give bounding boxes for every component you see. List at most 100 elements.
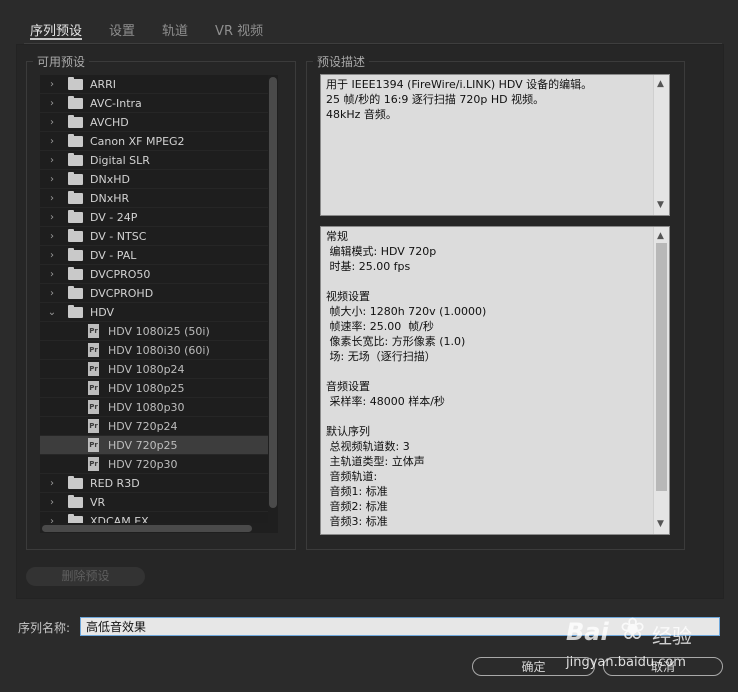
- tree-folder-row[interactable]: ⌄ HDV: [40, 303, 268, 322]
- tree-preset-row[interactable]: Pr HDV 720p30: [40, 455, 268, 474]
- folder-icon: [68, 190, 83, 204]
- premiere-preset-icon: Pr: [88, 362, 99, 376]
- tree-folder-row[interactable]: › DVCPRO50: [40, 265, 268, 284]
- tree-item-label: DV - 24P: [90, 210, 138, 224]
- chevron-right-icon[interactable]: ›: [46, 269, 58, 280]
- paw-logo-icon: ❀: [620, 612, 646, 647]
- preset-description-box[interactable]: 用于 IEEE1394 (FireWire/i.LINK) HDV 设备的编辑。…: [320, 74, 670, 216]
- folder-icon: [68, 513, 83, 523]
- tab-tracks[interactable]: 轨道: [162, 20, 188, 40]
- preset-tree-horizontal-scroll-thumb[interactable]: [42, 525, 252, 532]
- chevron-right-icon[interactable]: ›: [46, 117, 58, 128]
- tree-item-label: RED R3D: [90, 476, 140, 490]
- tree-item-label: HDV 1080i30 (60i): [108, 343, 210, 357]
- preset-description-title: 预设描述: [313, 53, 370, 70]
- tree-item-label: AVC-Intra: [90, 96, 142, 110]
- details-scrollbar[interactable]: ▲ ▼: [653, 227, 669, 534]
- watermark-url: jingyan.baidu.com: [566, 655, 686, 670]
- tab-settings[interactable]: 设置: [109, 20, 135, 40]
- tab-sequence-presets[interactable]: 序列预设: [30, 20, 83, 40]
- chevron-right-icon[interactable]: ›: [46, 155, 58, 166]
- tab-bar: 序列预设 设置 轨道 VR 视频: [30, 20, 290, 40]
- watermark-site: 经验: [652, 624, 692, 648]
- tree-item-label: HDV 720p30: [108, 457, 178, 471]
- tree-item-label: DV - NTSC: [90, 229, 147, 243]
- tree-folder-row[interactable]: › VR: [40, 493, 268, 512]
- sequence-name-label: 序列名称:: [18, 621, 71, 635]
- tree-folder-row[interactable]: › DV - NTSC: [40, 227, 268, 246]
- tree-folder-row[interactable]: › ARRI: [40, 75, 268, 94]
- tree-folder-row[interactable]: › DNxHD: [40, 170, 268, 189]
- tree-folder-row[interactable]: › AVC-Intra: [40, 94, 268, 113]
- chevron-right-icon[interactable]: ›: [46, 478, 58, 489]
- tree-preset-row[interactable]: Pr HDV 1080i30 (60i): [40, 341, 268, 360]
- chevron-right-icon[interactable]: ›: [46, 98, 58, 109]
- tree-preset-row[interactable]: Pr HDV 1080p25: [40, 379, 268, 398]
- tree-item-label: XDCAM EX: [90, 514, 149, 524]
- scroll-down-icon[interactable]: ▼: [657, 198, 664, 213]
- preset-tree[interactable]: › ARRI › AVC-Intra › AVCHD › Canon XF MPEG2 › Dig…: [40, 75, 268, 523]
- tree-item-label: DNxHR: [90, 191, 130, 205]
- chevron-right-icon[interactable]: ›: [46, 193, 58, 204]
- description-scrollbar[interactable]: ▲ ▼: [653, 75, 669, 215]
- tree-item-label: Canon XF MPEG2: [90, 134, 185, 148]
- watermark-brand: Bai: [566, 618, 609, 646]
- folder-icon: [68, 228, 83, 242]
- tree-preset-row[interactable]: Pr HDV 1080i25 (50i): [40, 322, 268, 341]
- tree-preset-row[interactable]: Pr HDV 720p24: [40, 417, 268, 436]
- folder-icon: [68, 133, 83, 147]
- delete-preset-button[interactable]: 删除预设: [26, 567, 145, 586]
- tab-vr-video[interactable]: VR 视频: [215, 20, 263, 40]
- premiere-preset-icon: Pr: [88, 419, 99, 433]
- premiere-preset-icon: Pr: [88, 400, 99, 414]
- premiere-preset-icon: Pr: [88, 457, 99, 471]
- tree-folder-row[interactable]: › AVCHD: [40, 113, 268, 132]
- preset-tree-vertical-scroll-thumb[interactable]: [269, 77, 277, 508]
- tree-item-label: HDV 1080i25 (50i): [108, 324, 210, 338]
- baidu-jingyan-watermark: Bai ❀ 经验 jingyan.baidu.com: [566, 606, 716, 686]
- tree-item-label: HDV 720p24: [108, 419, 178, 433]
- tree-item-label: VR: [90, 495, 106, 509]
- chevron-right-icon[interactable]: ›: [46, 231, 58, 242]
- details-scroll-thumb[interactable]: [656, 243, 667, 491]
- premiere-preset-icon: Pr: [88, 438, 99, 452]
- chevron-down-icon[interactable]: ⌄: [46, 307, 58, 318]
- chevron-right-icon[interactable]: ›: [46, 79, 58, 90]
- tree-item-label: ARRI: [90, 77, 117, 91]
- tree-folder-row[interactable]: › Digital SLR: [40, 151, 268, 170]
- folder-icon: [68, 285, 83, 299]
- tree-folder-row[interactable]: › DV - 24P: [40, 208, 268, 227]
- tree-folder-row[interactable]: › DNxHR: [40, 189, 268, 208]
- tree-item-label: HDV 1080p25: [108, 381, 185, 395]
- tree-preset-row[interactable]: Pr HDV 1080p24: [40, 360, 268, 379]
- scroll-down-icon[interactable]: ▼: [657, 517, 664, 532]
- tree-folder-row[interactable]: › XDCAM EX: [40, 512, 268, 523]
- chevron-right-icon[interactable]: ›: [46, 212, 58, 223]
- tree-folder-row[interactable]: › RED R3D: [40, 474, 268, 493]
- tree-item-label: DNxHD: [90, 172, 130, 186]
- premiere-preset-icon: Pr: [88, 343, 99, 357]
- tree-item-label: HDV 720p25: [108, 438, 178, 452]
- chevron-right-icon[interactable]: ›: [46, 497, 58, 508]
- chevron-right-icon[interactable]: ›: [46, 288, 58, 299]
- tree-folder-row[interactable]: › DVCPROHD: [40, 284, 268, 303]
- tree-item-label: HDV: [90, 305, 115, 319]
- tree-item-label: HDV 1080p30: [108, 400, 185, 414]
- chevron-right-icon[interactable]: ›: [46, 516, 58, 524]
- chevron-right-icon[interactable]: ›: [46, 136, 58, 147]
- tree-folder-row[interactable]: › Canon XF MPEG2: [40, 132, 268, 151]
- scroll-up-icon[interactable]: ▲: [657, 77, 664, 92]
- tree-item-label: DV - PAL: [90, 248, 137, 262]
- preset-description-text: 用于 IEEE1394 (FireWire/i.LINK) HDV 设备的编辑。…: [326, 78, 593, 121]
- folder-icon: [68, 494, 83, 508]
- tree-folder-row[interactable]: › DV - PAL: [40, 246, 268, 265]
- tree-preset-row[interactable]: Pr HDV 1080p30: [40, 398, 268, 417]
- tree-item-label: Digital SLR: [90, 153, 150, 167]
- tree-preset-row[interactable]: Pr HDV 720p25: [40, 436, 268, 455]
- chevron-right-icon[interactable]: ›: [46, 174, 58, 185]
- scroll-up-icon[interactable]: ▲: [657, 229, 664, 244]
- folder-icon: [68, 304, 83, 318]
- chevron-right-icon[interactable]: ›: [46, 250, 58, 261]
- tree-item-label: HDV 1080p24: [108, 362, 185, 376]
- preset-details-box[interactable]: 常规 编辑模式: HDV 720p 时基: 25.00 fps 视频设置 帧大小…: [320, 226, 670, 535]
